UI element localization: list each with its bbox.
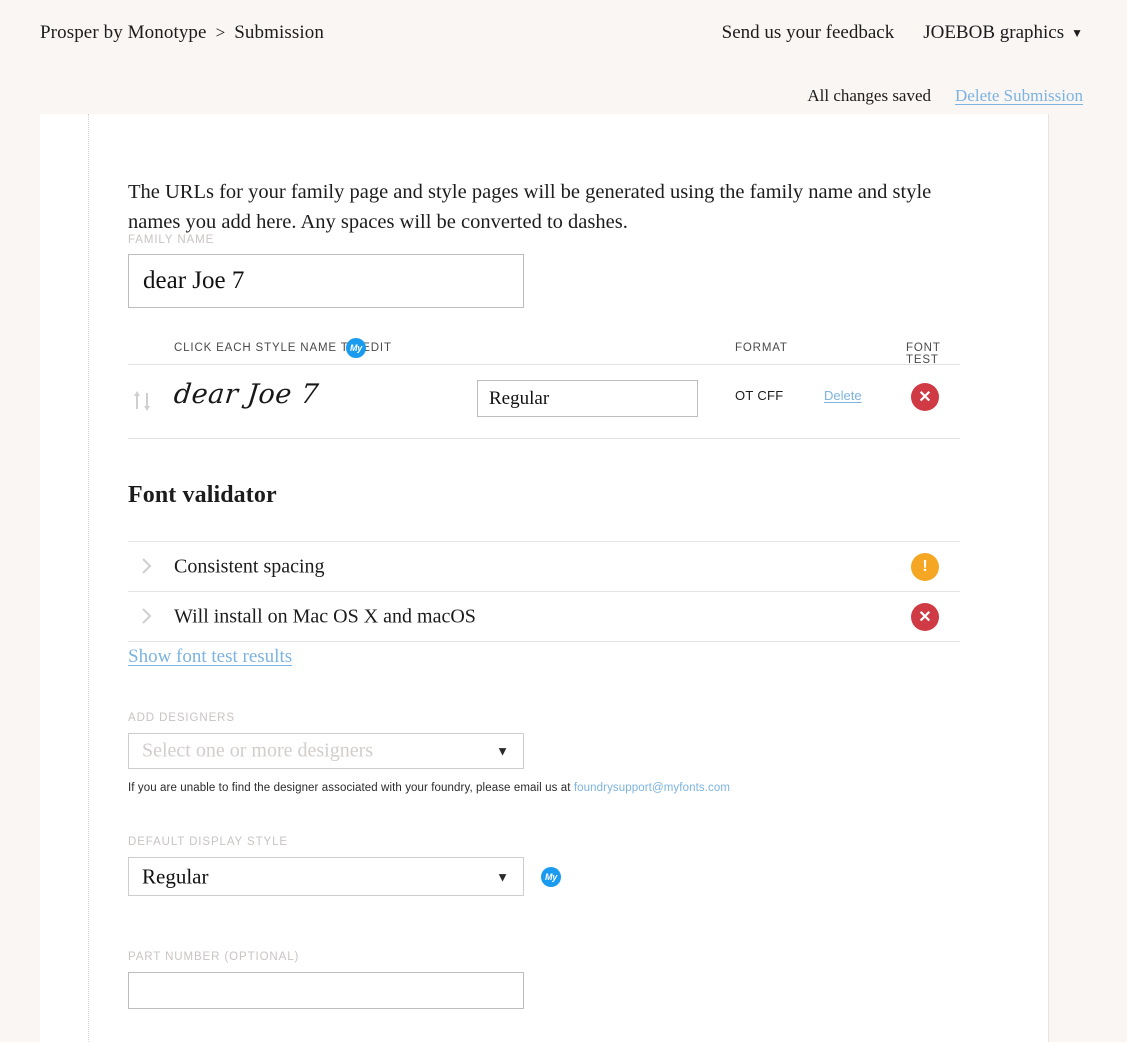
add-designers-placeholder: Select one or more designers [142, 739, 374, 762]
style-format-value: OT CFF [735, 388, 784, 403]
add-designers-select[interactable]: Select one or more designers ▼ [128, 733, 524, 769]
show-font-test-results-link[interactable]: Show font test results [128, 646, 292, 668]
designers-helper-prefix: If you are unable to find the designer a… [128, 782, 574, 794]
breadcrumb-current: Submission [234, 22, 324, 43]
chevron-right-icon [141, 607, 153, 625]
designers-helper-text: If you are unable to find the designer a… [128, 782, 730, 794]
style-sample-preview[interactable]: dear Joe 7 [172, 379, 320, 410]
default-display-style-value: Regular [142, 864, 209, 888]
default-display-style-select[interactable]: Regular ▼ [128, 857, 524, 896]
top-bar-actions: Send us your feedback JOEBOB graphics ▼ [722, 22, 1083, 44]
chevron-right-icon [141, 557, 153, 575]
part-number-label: PART NUMBER (OPTIONAL) [128, 951, 300, 963]
font-validator-section: Font validator Consistent spacing ! Will… [128, 482, 960, 642]
account-menu[interactable]: JOEBOB graphics ▼ [923, 22, 1083, 44]
default-display-style-row: Regular ▼ [128, 857, 561, 896]
table-row: dear Joe 7 OT CFF Delete ✕ [128, 365, 960, 439]
account-menu-label: JOEBOB graphics [923, 22, 1065, 43]
send-feedback-link[interactable]: Send us your feedback [722, 22, 895, 44]
breadcrumb-separator: > [215, 23, 226, 42]
save-status-text: All changes saved [807, 86, 932, 105]
family-name-input[interactable] [128, 254, 524, 308]
top-bar: Prosper by Monotype > Submission Send us… [0, 0, 1127, 72]
validator-row-consistent-spacing[interactable]: Consistent spacing ! [128, 542, 960, 592]
delete-submission-link[interactable]: Delete Submission [955, 86, 1083, 106]
default-display-style-label: DEFAULT DISPLAY STYLE [128, 836, 288, 848]
submission-card: The URLs for your family page and style … [40, 114, 1049, 1042]
column-header-font-test: FONT TEST [906, 342, 941, 366]
myfonts-badge-wrap [346, 338, 366, 358]
add-designers-field: ADD DESIGNERS Select one or more designe… [128, 712, 730, 794]
add-designers-label: ADD DESIGNERS [128, 712, 235, 724]
save-status-bar: All changes saved Delete Submission [807, 86, 1083, 106]
font-validator-title: Font validator [128, 482, 277, 508]
chevron-down-icon: ▼ [496, 743, 509, 759]
intro-paragraph: The URLs for your family page and style … [128, 180, 932, 233]
validator-row-mac-install[interactable]: Will install on Mac OS X and macOS ✕ [128, 592, 960, 642]
part-number-input[interactable] [128, 972, 524, 1009]
breadcrumb-root[interactable]: Prosper by Monotype [40, 22, 207, 44]
font-validator-list: Consistent spacing ! Will install on Mac… [128, 541, 960, 642]
myfonts-badge-icon[interactable] [541, 866, 561, 887]
part-number-field: PART NUMBER (OPTIONAL) [128, 951, 524, 1009]
family-name-label: FAMILY NAME [128, 234, 215, 246]
family-name-field: FAMILY NAME [128, 234, 524, 308]
breadcrumb: Prosper by Monotype > Submission [40, 22, 324, 44]
column-header-format: FORMAT [735, 342, 788, 354]
validator-warning-icon[interactable]: ! [911, 552, 939, 581]
myfonts-badge-icon[interactable] [346, 338, 366, 358]
chevron-down-icon: ▼ [496, 869, 509, 884]
validator-label: Will install on Mac OS X and macOS [174, 605, 476, 627]
foundry-support-email-link[interactable]: foundrysupport@myfonts.com [574, 782, 730, 794]
validator-label: Consistent spacing [174, 555, 325, 577]
style-name-input[interactable] [477, 380, 698, 417]
chevron-down-icon: ▼ [1071, 26, 1083, 40]
style-delete-link[interactable]: Delete [824, 388, 862, 403]
sort-handle-icon[interactable] [130, 387, 156, 415]
style-table: CLICK EACH STYLE NAME TO EDIT FORMAT FON… [128, 336, 960, 439]
card-guide-rail [88, 114, 89, 1042]
style-table-header: CLICK EACH STYLE NAME TO EDIT FORMAT FON… [128, 336, 960, 366]
font-test-error-icon[interactable]: ✕ [911, 383, 939, 411]
default-display-style-field: DEFAULT DISPLAY STYLE Regular ▼ [128, 836, 561, 896]
validator-error-icon[interactable]: ✕ [911, 602, 939, 631]
